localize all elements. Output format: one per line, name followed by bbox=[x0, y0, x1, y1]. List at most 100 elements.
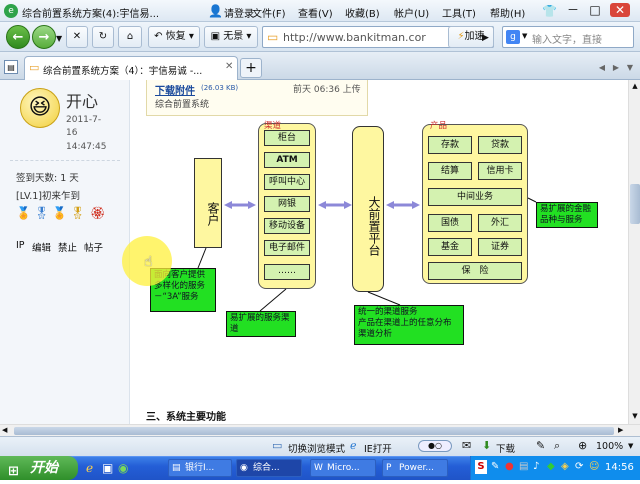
tab-close-icon[interactable]: ✕ bbox=[225, 61, 233, 72]
close-icon[interactable]: ✕ bbox=[610, 3, 630, 17]
tab-list-icon[interactable]: ▼ bbox=[624, 61, 636, 73]
attachment-popup: 下载附件 (26.03 KB) 前天 06:36 上传 综合前置系统 bbox=[146, 80, 368, 116]
medal-icon: 🏅 bbox=[16, 206, 31, 220]
ie-open-label[interactable]: IE打开 bbox=[364, 441, 392, 455]
windows-logo-icon: ⊞ bbox=[8, 464, 19, 479]
hand-cursor-icon: ☝ bbox=[144, 254, 153, 270]
zoom-dropdown-icon[interactable]: ▼ bbox=[628, 442, 633, 450]
medal-icon: 🎖 bbox=[70, 206, 86, 220]
menu-file[interactable]: 文件(F) bbox=[252, 5, 286, 20]
search-input[interactable]: 输入文字，直接 bbox=[532, 31, 632, 46]
noimage-button[interactable]: ▣ 无景 ▾ bbox=[204, 26, 258, 48]
restore-label: 恢复 bbox=[165, 31, 186, 42]
tab-active[interactable]: ▭ 综合前置系统方案（4）：宇信易诚 -... ✕ bbox=[24, 56, 238, 80]
task-word[interactable]: W Micro... bbox=[310, 459, 376, 477]
scroll-down-icon[interactable]: ▼ bbox=[630, 410, 640, 422]
tray-shield-icon[interactable]: ◈ bbox=[561, 460, 569, 474]
medal-icon: 🏵 bbox=[90, 206, 106, 220]
maximize-icon[interactable]: □ bbox=[586, 3, 604, 17]
medals: 🏅 🎖 🏅 🎖 🏵 bbox=[16, 204, 116, 228]
tray-pen-icon[interactable]: ✎ bbox=[491, 460, 499, 474]
menu-favorites[interactable]: 收藏(B) bbox=[345, 5, 380, 20]
system-tray: S ✎ ● ▤ ♪ ◆ ◈ ⟳ ☺ 14:56 bbox=[470, 456, 640, 480]
scroll-left-icon[interactable]: ◀ bbox=[2, 426, 7, 434]
task-browser[interactable]: ◉ 综合... bbox=[236, 459, 302, 477]
menu-tools[interactable]: 工具(T) bbox=[442, 5, 476, 20]
tray-security-icon[interactable]: ◆ bbox=[547, 460, 555, 474]
refresh-button[interactable]: ↻ bbox=[92, 26, 114, 48]
ime-icon[interactable]: S bbox=[475, 460, 487, 474]
task-browser-icon: ◉ bbox=[240, 463, 248, 473]
tray-antivirus-icon[interactable]: ● bbox=[505, 460, 514, 474]
scroll-thumb[interactable] bbox=[630, 184, 640, 224]
tab-scroll-right-icon[interactable]: ▶ bbox=[610, 61, 622, 73]
shirt-icon[interactable]: 👕 bbox=[542, 4, 557, 18]
download-attachment-link[interactable]: 下载附件 bbox=[155, 82, 195, 97]
menu-help[interactable]: 帮助(H) bbox=[490, 5, 525, 20]
quicklaunch-desktop-icon[interactable]: ▣ bbox=[102, 461, 113, 475]
task-word-label: Micro... bbox=[327, 463, 360, 473]
minimize-icon[interactable]: － bbox=[564, 3, 582, 17]
task-folder-icon: ▤ bbox=[172, 463, 181, 473]
medal-icon: 🎖 bbox=[34, 206, 50, 220]
address-input[interactable]: http://www.bankitman.cor bbox=[283, 31, 426, 44]
search-engine-icon: g bbox=[506, 30, 520, 44]
back-button[interactable]: ← bbox=[6, 25, 30, 49]
title-bar: e 综合前置系统方案(4):宇信易... 👤 请登录 文件(F) 查看(V) 收… bbox=[0, 0, 640, 22]
tab-scroll-left-icon[interactable]: ◀ bbox=[596, 61, 608, 73]
tray-volume-icon[interactable]: ♪ bbox=[533, 460, 539, 474]
horizontal-scrollbar[interactable]: ◀ ▶ bbox=[0, 424, 640, 436]
home-button[interactable]: ⌂ bbox=[118, 26, 142, 48]
user-level: [LV.1]初来乍到 bbox=[16, 191, 80, 202]
user-link-edit[interactable]: 编辑 bbox=[32, 240, 51, 254]
forward-button[interactable]: → bbox=[32, 25, 56, 49]
username[interactable]: 开心 bbox=[66, 88, 98, 112]
user-link-posts[interactable]: 帖子 bbox=[84, 240, 103, 254]
page-icon: ▭ bbox=[267, 30, 279, 44]
toggle-icon[interactable]: ●○ bbox=[418, 440, 452, 452]
task-word-icon: W bbox=[314, 463, 323, 473]
scroll-right-icon[interactable]: ▶ bbox=[618, 426, 623, 434]
switch-mode-label[interactable]: 切换浏览模式 bbox=[288, 441, 345, 455]
window-title: 综合前置系统方案(4):宇信易... bbox=[22, 9, 160, 20]
attachment-upload-time: 前天 06:36 上传 bbox=[293, 85, 361, 95]
menu-view[interactable]: 查看(V) bbox=[298, 5, 333, 20]
menu-login[interactable]: 请登录 bbox=[224, 5, 254, 20]
restore-button[interactable]: ↶ 恢复 ▾ bbox=[148, 26, 200, 48]
search-icon[interactable]: ⌕ bbox=[554, 439, 560, 453]
history-dropdown-icon[interactable]: ▼ bbox=[56, 32, 62, 46]
clock: 14:56 bbox=[605, 462, 634, 473]
sidebar-toggle-icon[interactable]: ▤ bbox=[4, 60, 18, 74]
switch-mode-icon: ▭ bbox=[272, 439, 283, 452]
menu-account[interactable]: 帐户(U) bbox=[394, 5, 429, 20]
tray-chat-icon[interactable]: ☺ bbox=[589, 460, 599, 474]
quicklaunch-ie-icon[interactable]: ℯ bbox=[86, 461, 93, 475]
user-link-ip[interactable]: IP bbox=[16, 240, 25, 251]
hscroll-thumb[interactable] bbox=[14, 427, 614, 435]
search-box[interactable]: g ▼ 输入文字，直接 bbox=[502, 26, 634, 48]
avatar[interactable]: 😆 bbox=[20, 88, 60, 128]
start-button[interactable]: ⊞ 开始 bbox=[0, 456, 78, 480]
vertical-scrollbar[interactable]: ▲ ▼ bbox=[628, 80, 640, 424]
tray-network-icon[interactable]: ▤ bbox=[519, 460, 528, 474]
stop-button[interactable]: ✕ bbox=[66, 26, 88, 48]
quicklaunch-browser-icon[interactable]: ◉ bbox=[118, 461, 128, 475]
paint-icon[interactable]: ✎ bbox=[536, 439, 545, 453]
ie-icon: ℯ bbox=[350, 439, 357, 452]
scroll-up-icon[interactable]: ▲ bbox=[630, 80, 640, 92]
search-dropdown-icon[interactable]: ▼ bbox=[522, 32, 527, 40]
user-link-ban[interactable]: 禁止 bbox=[58, 240, 77, 254]
image-icon: ▣ bbox=[210, 31, 221, 42]
tray-update-icon[interactable]: ⟳ bbox=[575, 460, 583, 474]
download-label[interactable]: 下载 bbox=[496, 441, 515, 455]
attachment-size: (26.03 KB) bbox=[201, 84, 239, 92]
task-bank[interactable]: ▤ 银行I... bbox=[168, 459, 232, 477]
start-label: 开始 bbox=[30, 460, 58, 476]
task-powerpoint[interactable]: P Power... bbox=[382, 459, 448, 477]
undo-icon: ↶ bbox=[154, 31, 163, 42]
message-icon[interactable]: ✉ bbox=[462, 439, 471, 453]
go-icon[interactable]: ▶ bbox=[482, 31, 489, 45]
tab-page-icon: ▭ bbox=[29, 61, 40, 74]
new-tab-icon[interactable]: + bbox=[240, 58, 262, 78]
zoom-level[interactable]: 100% bbox=[596, 441, 623, 452]
